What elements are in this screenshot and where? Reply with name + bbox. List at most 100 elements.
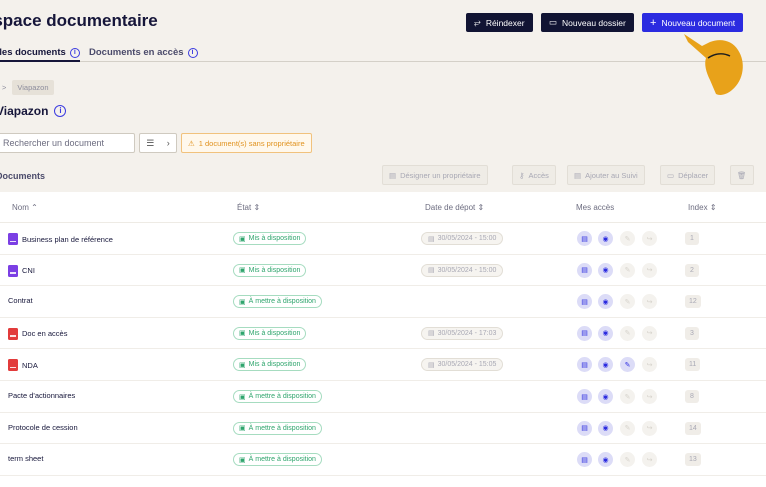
document-check-icon: ▣ (239, 330, 246, 338)
table-row[interactable]: Protocole de cession ▣ À mettre à disposit… (0, 413, 766, 445)
breadcrumb-separator: > (2, 83, 7, 92)
eye-icon[interactable]: ◉ (598, 420, 613, 436)
document-name[interactable]: NDA (8, 359, 38, 372)
document-icon: ▤ (574, 170, 582, 180)
table-row[interactable]: Business plan de référence ▣ Mis à disposi… (0, 223, 766, 255)
document-check-icon: ▣ (239, 425, 246, 433)
tab-documents-access[interactable]: Documents en accès i (89, 44, 198, 61)
document-check-icon: ▣ (239, 267, 246, 275)
column-header-name[interactable]: Nom ⌃ (12, 203, 38, 212)
document-name[interactable]: term sheet (8, 454, 43, 463)
document-name-text: Doc en accès (22, 329, 68, 339)
document-name[interactable]: Doc en accès (8, 327, 68, 340)
share-icon[interactable]: ↪ (642, 262, 657, 278)
info-icon[interactable]: i (54, 105, 67, 117)
breadcrumb-item[interactable]: Viapazon (12, 80, 54, 95)
eye-icon[interactable]: ◉ (598, 389, 613, 404)
no-owner-warning-badge[interactable]: ⚠ 1 document(s) sans propriétaire (181, 133, 312, 153)
date-text: 30/05/2024 - 15:00 (437, 235, 497, 242)
view-document-icon[interactable]: ▤ (577, 452, 592, 468)
chevron-right-icon: › (166, 138, 170, 148)
reindex-icon: ⥂ (474, 17, 481, 27)
assign-owner-button[interactable]: ▤ Désigner un propriétaire (382, 165, 488, 185)
eye-icon[interactable]: ◉ (598, 231, 613, 246)
key-icon: ⚷ (519, 170, 525, 180)
status-text: Mis à disposition (248, 235, 301, 242)
edit-icon[interactable]: ✎ (620, 452, 635, 468)
eye-icon[interactable]: ◉ (598, 357, 613, 373)
share-icon[interactable]: ↪ (642, 294, 657, 310)
search-input[interactable]: Rechercher un document (0, 133, 135, 153)
index-badge: 11 (685, 358, 701, 372)
edit-icon[interactable]: ✎ (620, 231, 635, 246)
calendar-icon: ▤ (428, 330, 435, 338)
info-icon[interactable]: i (187, 47, 198, 58)
table-row[interactable]: term sheet ▣ À mettre à disposition ▤ ◉ ✎ ↪ 13 (0, 444, 766, 476)
view-document-icon[interactable]: ▤ (577, 357, 592, 373)
column-header-date[interactable]: Date de dépot ⇕ (425, 203, 484, 212)
document-name[interactable]: Protocole de cession (8, 423, 78, 432)
add-followup-label: Ajouter au Suivi (585, 170, 638, 180)
share-icon[interactable]: ↪ (642, 420, 657, 436)
add-followup-button[interactable]: ▤ Ajouter au Suivi (567, 165, 645, 185)
document-file-icon (8, 264, 18, 277)
document-name[interactable]: Contrat (8, 296, 33, 305)
edit-icon[interactable]: ✎ (620, 262, 635, 278)
edit-icon[interactable]: ✎ (620, 357, 635, 373)
document-name[interactable]: Pacte d'actionnaires (8, 391, 75, 400)
share-icon[interactable]: ↪ (642, 357, 657, 373)
share-icon[interactable]: ↪ (642, 452, 657, 468)
document-icon: ▤ (389, 170, 397, 180)
date-badge: ▤ 30/05/2024 - 15:00 (421, 263, 504, 277)
column-header-access: Mes accès (576, 203, 615, 212)
reindex-button[interactable]: ⥂ Réindexer (466, 13, 533, 32)
eye-icon[interactable]: ◉ (598, 294, 613, 310)
document-name-text: term sheet (8, 454, 44, 464)
document-file-icon (8, 233, 18, 245)
access-button[interactable]: ⚷ Accès (512, 165, 556, 185)
view-document-icon[interactable]: ▤ (577, 294, 592, 310)
eye-icon[interactable]: ◉ (598, 325, 613, 341)
table-row[interactable]: CNI ▣ Mis à disposition ▤ 30/05/2024 - 15:00… (0, 255, 766, 287)
move-button[interactable]: ▭ Déplacer (660, 165, 716, 185)
column-header-state[interactable]: État ⇕ (237, 203, 260, 212)
edit-icon[interactable]: ✎ (620, 420, 635, 436)
new-folder-label: Nouveau dossier (562, 17, 626, 28)
tab-my-documents[interactable]: Mes documents i (0, 44, 80, 62)
view-document-icon[interactable]: ▤ (577, 420, 592, 436)
access-label: Accès (528, 170, 549, 180)
info-icon[interactable]: i (69, 47, 80, 58)
index-badge: 1 (685, 232, 699, 245)
share-icon[interactable]: ↪ (642, 389, 657, 404)
table-row[interactable]: NDA ▣ Mis à disposition ▤ 30/05/2024 - 15:05… (0, 349, 766, 381)
share-icon[interactable]: ↪ (642, 231, 657, 246)
sort-icon: ⇕ (709, 203, 717, 212)
document-name[interactable]: CNI (8, 264, 35, 277)
share-icon[interactable]: ↪ (642, 325, 657, 341)
edit-icon[interactable]: ✎ (620, 325, 635, 341)
filter-button[interactable]: ☰ › (139, 133, 177, 153)
document-name[interactable]: Business plan de référence (8, 233, 113, 245)
folder-title: Viapazon i (0, 104, 67, 118)
view-document-icon[interactable]: ▤ (577, 325, 592, 341)
index-badge: 2 (685, 263, 699, 277)
move-label: Déplacer (678, 170, 709, 180)
view-document-icon[interactable]: ▤ (577, 231, 592, 246)
view-document-icon[interactable]: ▤ (577, 262, 592, 278)
column-header-index[interactable]: Index ⇕ (688, 203, 717, 212)
status-badge: ▣ À mettre à disposition (233, 390, 322, 403)
sort-icon: ⇕ (253, 203, 261, 212)
index-badge: 12 (685, 295, 701, 309)
eye-icon[interactable]: ◉ (598, 262, 613, 278)
eye-icon[interactable]: ◉ (598, 452, 613, 468)
new-folder-button[interactable]: ▭ Nouveau dossier (541, 13, 634, 32)
edit-icon[interactable]: ✎ (620, 389, 635, 404)
document-check-icon: ▣ (239, 393, 246, 401)
assign-owner-label: Désigner un propriétaire (400, 170, 481, 180)
table-row[interactable]: Doc en accès ▣ Mis à disposition ▤ 30/05/202… (0, 318, 766, 350)
edit-icon[interactable]: ✎ (620, 294, 635, 310)
delete-button[interactable]: 🗑 (730, 165, 754, 185)
table-row[interactable]: Pacte d'actionnaires ▣ À mettre à disposit… (0, 381, 766, 413)
table-row[interactable]: Contrat ▣ À mettre à disposition ▤ ◉ ✎ ↪ 12 (0, 286, 766, 318)
view-document-icon[interactable]: ▤ (577, 389, 592, 404)
